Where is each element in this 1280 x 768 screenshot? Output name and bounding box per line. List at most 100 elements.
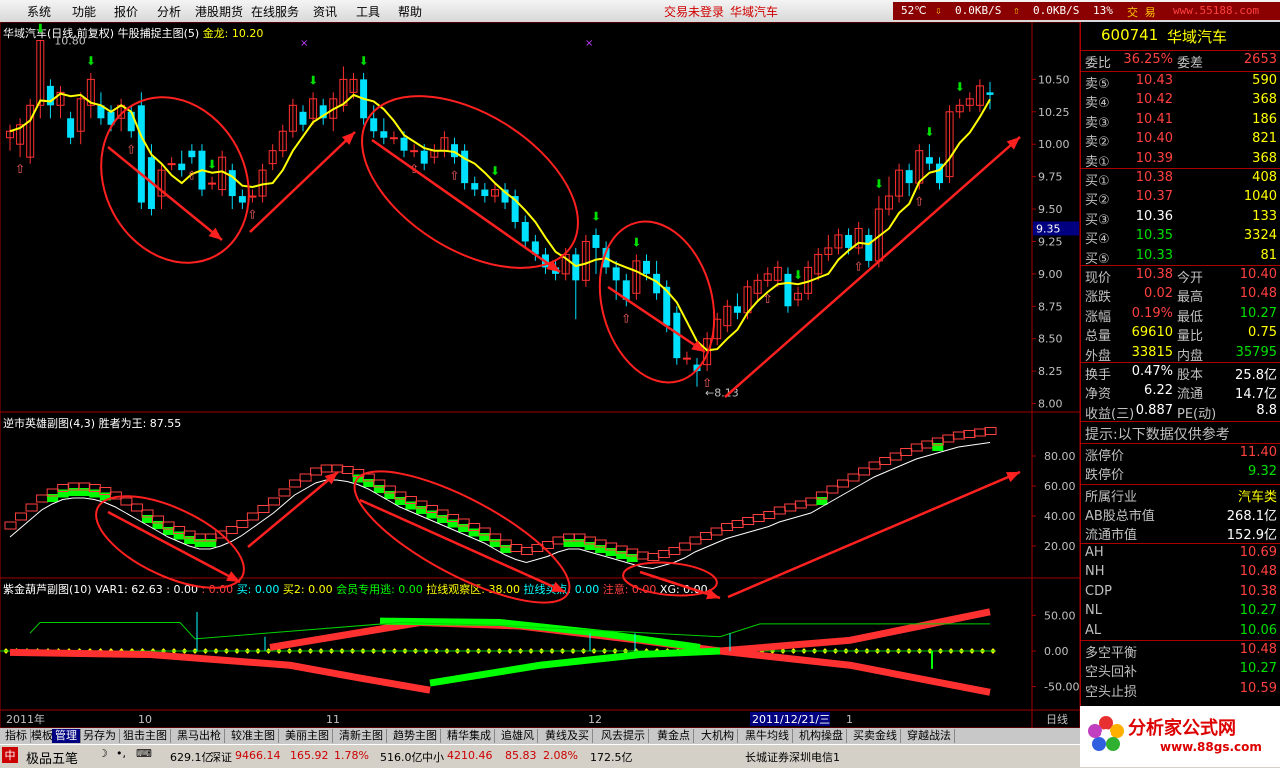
trade-button[interactable]: 交 易 (1127, 4, 1156, 20)
price-tick-label: 10.50 (1038, 73, 1070, 86)
candle-body (845, 234, 853, 248)
sub1-step-block (731, 520, 744, 528)
candle-body (986, 92, 994, 95)
ask-row-2: 卖③ 10.41 186 (1085, 111, 1277, 131)
sz-percent: 1.78% (334, 749, 369, 762)
sub1-green-block (373, 485, 385, 493)
bid-row-4: 买⑤ 10.33 81 (1085, 247, 1277, 267)
candle-body (228, 170, 236, 197)
level-row-1: NH 10.48 (1085, 564, 1277, 580)
tab-15[interactable]: 大机构 (698, 729, 738, 743)
price-tick-label: 9.25 (1038, 235, 1063, 248)
ime-name[interactable]: 极品五笔 (26, 748, 78, 767)
candle-body (208, 182, 217, 185)
chart-area[interactable]: 华域汽车(日线,前复权) 牛股捕捉主图(5) 金龙: 10.20 逆市英雄副图(… (0, 22, 1080, 728)
sell-arrow-icon: ⬇ (359, 54, 369, 68)
tab-10[interactable]: 精华集成 (444, 729, 495, 743)
tab-19[interactable]: 穿越战法 (904, 729, 955, 743)
tab-17[interactable]: 机构操盘 (796, 729, 847, 743)
tab-2[interactable]: 管理 (52, 729, 81, 743)
sub1-step-block (278, 488, 291, 497)
level-row-2: CDP 10.38 (1085, 583, 1277, 599)
tab-0[interactable]: 指标 (2, 729, 31, 743)
quote-panel: 600741 华域汽车 委比 36.25% 委差 2653 卖⑤ 10.43 590… (1080, 22, 1280, 728)
ab-value-row: AB股总市值 268.1亿 (1085, 509, 1277, 524)
sub1-step-block (267, 497, 280, 506)
float-value-row: 流通市值 152.9亿 (1085, 528, 1277, 543)
price-tick-label: 8.50 (1038, 333, 1063, 346)
tab-12[interactable]: 黄线及买 (542, 729, 593, 743)
sub1-green-block (152, 521, 164, 529)
sz-index: 9466.14 (235, 749, 281, 762)
sub1-green-block (363, 479, 375, 487)
menu-item-2[interactable]: 报价 (114, 3, 138, 20)
marker-x-icon: × (585, 38, 593, 49)
sub1-step-block (36, 494, 49, 503)
candle-body (178, 163, 186, 171)
sub1-step-block (752, 514, 765, 522)
candle-body (592, 234, 600, 248)
weibi-row: 委比 36.25% 委差 2653 (1085, 52, 1277, 71)
tab-16[interactable]: 黑牛均线 (742, 729, 793, 743)
tab-14[interactable]: 黄金点 (654, 729, 694, 743)
tab-13[interactable]: 风去提示 (598, 729, 649, 743)
amount-1: 629.1亿 (170, 751, 213, 764)
sub1-green-block (563, 539, 575, 547)
menu-item-3[interactable]: 分析 (157, 3, 181, 20)
tab-9[interactable]: 趋势主图 (390, 729, 441, 743)
menu-item-5[interactable]: 在线服务 (251, 3, 299, 20)
menu-item-7[interactable]: 工具 (356, 3, 380, 20)
price-tick-label: 8.75 (1038, 300, 1063, 313)
current-price-label: 9.35 (1036, 222, 1061, 235)
sub1-step-block (510, 544, 523, 552)
sub1-step-block (763, 511, 776, 519)
keyboard-icon[interactable]: ⌨ (136, 747, 152, 760)
menu-item-4[interactable]: 港股期货 (195, 3, 243, 20)
sub1-green-block (384, 491, 396, 499)
comma-icon[interactable]: •, (116, 747, 126, 760)
sub1-step-block (836, 479, 849, 488)
candle-body (471, 183, 479, 190)
sub1-green-block (500, 545, 512, 553)
fin-row-2: 收益(三) 0.887 PE(动) 8.8 (1085, 402, 1277, 422)
time-label-jan: 1 (846, 713, 853, 726)
balance-row-0: 多空平衡 10.48 (1085, 642, 1277, 661)
annotation-ellipse (598, 220, 716, 384)
sub1-green-block (932, 443, 944, 451)
candle-body (188, 150, 196, 158)
sub1-green-block (405, 501, 417, 510)
sub1-step-block (847, 473, 860, 482)
candle-body (380, 131, 388, 138)
tab-8[interactable]: 清新主图 (336, 729, 387, 743)
menu-item-1[interactable]: 功能 (72, 3, 96, 20)
sub1-step-block (963, 430, 976, 438)
kline-chart-svg[interactable]: 10.5010.2510.009.759.509.259.008.758.508… (0, 22, 1080, 728)
tab-7[interactable]: 美丽主图 (282, 729, 333, 743)
sub1-green-block (194, 539, 206, 547)
sub2-green-band (429, 647, 721, 687)
menu-item-0[interactable]: 系统 (27, 3, 51, 20)
sub1-green-block (584, 542, 596, 550)
quote-header: 600741 华域汽车 (1081, 26, 1280, 48)
moon-icon[interactable]: ☽ (98, 747, 108, 760)
menu-item-6[interactable]: 资讯 (313, 3, 337, 20)
tab-5[interactable]: 黑马出枪 (174, 729, 225, 743)
sub2-tick-label: -50.00 (1044, 681, 1079, 694)
price-tick-label: 9.00 (1038, 268, 1063, 281)
ask-row-4: 卖① 10.39 368 (1085, 150, 1277, 170)
sub1-annotation-ellipse (353, 470, 571, 604)
tab-11[interactable]: 追雄风 (498, 729, 538, 743)
fin-row-0: 换手 0.47% 股本 25.8亿 (1085, 364, 1277, 383)
tab-3[interactable]: 另存为 (80, 729, 120, 743)
up-speed: 0.0KB/S (1033, 4, 1080, 17)
sub1-green-block (458, 524, 470, 532)
sub1-step-block (678, 542, 691, 551)
buy-arrow-icon: ⇧ (914, 195, 924, 209)
price-tick-label: 10.00 (1038, 138, 1070, 151)
tab-6[interactable]: 较准主图 (228, 729, 279, 743)
candle-body (572, 254, 580, 281)
menu-item-8[interactable]: 帮助 (398, 3, 422, 20)
tab-18[interactable]: 买卖金线 (850, 729, 901, 743)
marker-x-icon: × (300, 38, 308, 49)
tab-4[interactable]: 狙击主图 (120, 729, 171, 743)
